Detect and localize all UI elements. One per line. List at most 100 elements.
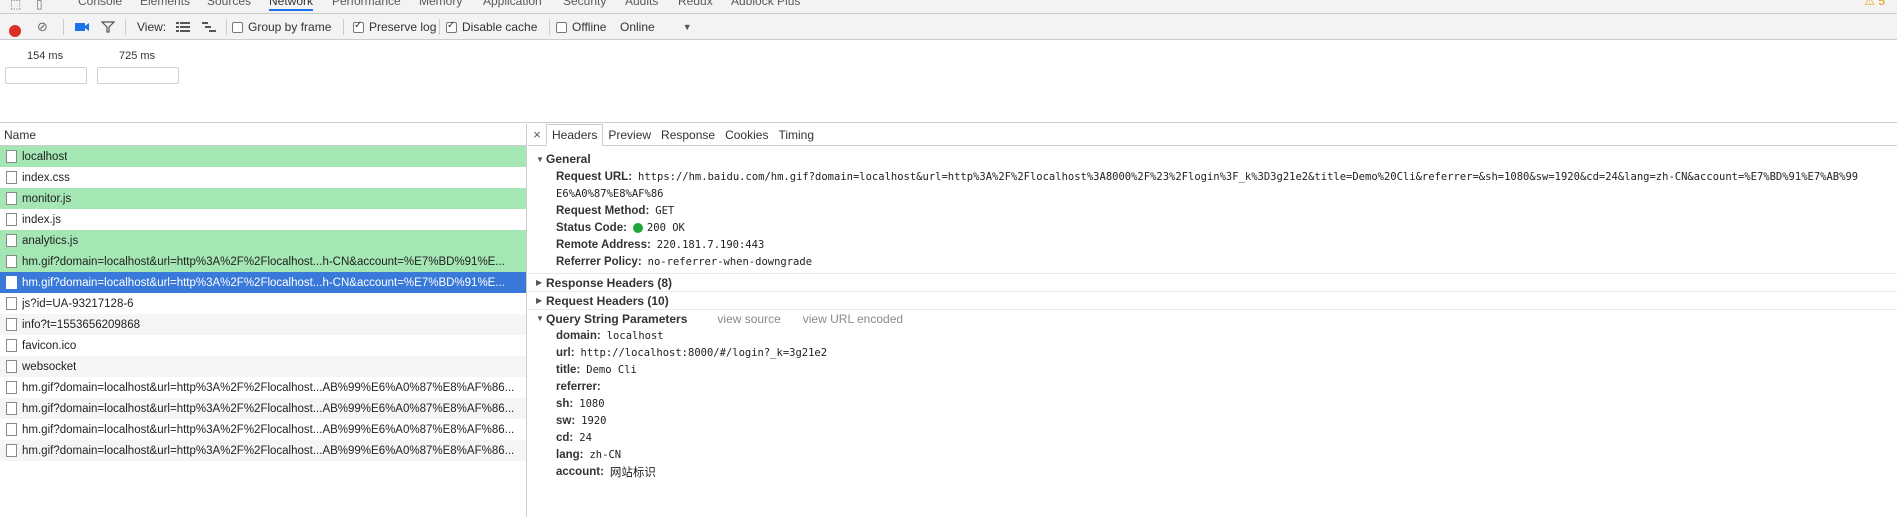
param-value: 1920 <box>581 414 607 427</box>
request-row[interactable]: hm.gif?domain=localhost&url=http%3A%2F%2… <box>0 419 526 440</box>
throttling-select[interactable]: Online ▼ <box>620 14 692 40</box>
request-row[interactable]: localhost <box>0 146 526 167</box>
request-url-continuation: E6%A0%87%E8%AF%86 <box>528 185 1897 202</box>
param-key: title: <box>556 363 581 376</box>
query-param-row: referrer: <box>528 378 1897 395</box>
request-row[interactable]: js?id=UA-93217128-6 <box>0 293 526 314</box>
referrer-policy-label: Referrer Policy: <box>556 255 642 268</box>
response-headers-title: Response Headers (8) <box>546 275 673 290</box>
record-button[interactable] <box>9 14 21 40</box>
network-overview[interactable]: 154 ms 725 ms <box>0 40 1897 123</box>
details-tab-bar: × Headers Preview Response Cookies Timin… <box>528 124 1897 146</box>
expanded-triangle-icon: ▼ <box>536 154 544 164</box>
device-toolbar-icon[interactable]: ▯ <box>36 0 43 11</box>
param-key: account: <box>556 465 604 478</box>
param-key: sw: <box>556 414 576 427</box>
tab-cookies[interactable]: Cookies <box>720 124 773 145</box>
request-name: index.css <box>22 171 70 184</box>
tab-performance[interactable]: Performance <box>332 0 401 8</box>
document-icon <box>6 444 17 457</box>
document-icon <box>6 234 17 247</box>
request-url-label: Request URL: <box>556 170 633 183</box>
query-param-row: account: 网站标识 <box>528 463 1897 480</box>
request-url-value: https://hm.baidu.com/hm.gif?domain=local… <box>638 170 1859 183</box>
tab-adblock-plus[interactable]: Adblock Plus <box>731 0 800 8</box>
tab-preview[interactable]: Preview <box>603 124 656 145</box>
request-row[interactable]: hm.gif?domain=localhost&url=http%3A%2F%2… <box>0 377 526 398</box>
request-row[interactable]: monitor.js <box>0 188 526 209</box>
offline-checkbox[interactable]: Offline <box>556 14 606 40</box>
group-by-frame-checkbox[interactable]: Group by frame <box>232 14 331 40</box>
tab-application[interactable]: Application <box>483 0 542 8</box>
tab-timing[interactable]: Timing <box>773 124 819 145</box>
disable-cache-checkbox[interactable]: Disable cache <box>446 14 537 40</box>
request-headers-title: Request Headers (10) <box>546 293 669 308</box>
request-row[interactable]: hm.gif?domain=localhost&url=http%3A%2F%2… <box>0 251 526 272</box>
overview-toggle[interactable] <box>202 14 216 40</box>
collapsed-triangle-icon: ▶ <box>536 296 543 305</box>
request-method-label: Request Method: <box>556 204 650 217</box>
collapsed-triangle-icon: ▶ <box>536 278 543 287</box>
tab-sources[interactable]: Sources <box>207 0 251 8</box>
tab-memory[interactable]: Memory <box>419 0 462 8</box>
request-name: websocket <box>22 360 77 373</box>
document-icon <box>6 360 17 373</box>
request-row[interactable]: hm.gif?domain=localhost&url=http%3A%2F%2… <box>0 440 526 461</box>
tab-response[interactable]: Response <box>656 124 720 145</box>
param-value: 24 <box>579 431 592 444</box>
name-column-header[interactable]: Name <box>0 124 526 146</box>
param-value: localhost <box>606 329 664 342</box>
query-param-row: title: Demo Cli <box>528 361 1897 378</box>
request-row[interactable]: info?t=1553656209868 <box>0 314 526 335</box>
query-string-section-header[interactable]: ▼ Query String Parameters view source vie… <box>528 309 1897 327</box>
clear-icon: ⊘ <box>37 19 48 34</box>
disable-cache-label: Disable cache <box>462 20 538 34</box>
response-headers-section-header[interactable]: ▶ Response Headers (8) <box>528 273 1897 291</box>
close-details-icon[interactable]: × <box>528 124 546 145</box>
tab-network[interactable]: Network <box>269 0 314 11</box>
document-icon <box>6 150 17 163</box>
toolbar-divider <box>549 19 550 35</box>
request-row[interactable]: hm.gif?domain=localhost&url=http%3A%2F%2… <box>0 398 526 419</box>
view-source-link[interactable]: view source <box>717 312 780 326</box>
inspect-element-icon[interactable]: ⬚ <box>10 0 21 11</box>
request-row[interactable]: index.js <box>0 209 526 230</box>
document-icon <box>6 255 17 268</box>
request-row[interactable]: favicon.ico <box>0 335 526 356</box>
document-icon <box>6 402 17 415</box>
overview-time-2: 725 ms <box>119 50 156 62</box>
param-key: referrer: <box>556 380 601 393</box>
view-label: View: <box>137 20 167 34</box>
network-toolbar: ⊘ View: Group by frame Preserve log Disa… <box>0 14 1897 40</box>
filter-button[interactable] <box>101 14 115 40</box>
view-url-encoded-link[interactable]: view URL encoded <box>803 312 903 326</box>
request-headers-section-header[interactable]: ▶ Request Headers (10) <box>528 291 1897 309</box>
toolbar-divider <box>439 19 440 35</box>
preserve-log-checkbox[interactable]: Preserve log <box>353 14 436 40</box>
list-view-icon <box>176 22 190 32</box>
document-icon <box>6 297 17 310</box>
throttling-value: Online <box>620 20 655 34</box>
expanded-triangle-icon: ▼ <box>536 314 544 323</box>
large-rows-toggle[interactable] <box>176 14 190 40</box>
document-icon <box>6 381 17 394</box>
screenshot-capture-button[interactable] <box>74 14 90 40</box>
request-row[interactable]: analytics.js <box>0 230 526 251</box>
tab-elements[interactable]: Elements <box>140 0 190 8</box>
tab-headers[interactable]: Headers <box>546 124 604 146</box>
clear-button[interactable]: ⊘ <box>37 14 48 40</box>
request-row[interactable]: index.css <box>0 167 526 188</box>
request-row[interactable]: websocket <box>0 356 526 377</box>
document-icon <box>6 213 17 226</box>
tab-redux[interactable]: Redux <box>678 0 713 8</box>
toolbar-divider <box>343 19 344 35</box>
request-row-selected[interactable]: hm.gif?domain=localhost&url=http%3A%2F%2… <box>0 272 526 293</box>
tab-audits[interactable]: Audits <box>625 0 658 8</box>
warning-count-badge[interactable]: ⚠ 5 <box>1864 0 1885 8</box>
tab-console[interactable]: Console <box>78 0 122 8</box>
tab-security[interactable]: Security <box>563 0 606 8</box>
document-icon <box>6 423 17 436</box>
general-section-header[interactable]: ▼ General <box>528 150 1897 168</box>
request-name: hm.gif?domain=localhost&url=http%3A%2F%2… <box>22 381 515 394</box>
name-column-label: Name <box>4 127 37 142</box>
